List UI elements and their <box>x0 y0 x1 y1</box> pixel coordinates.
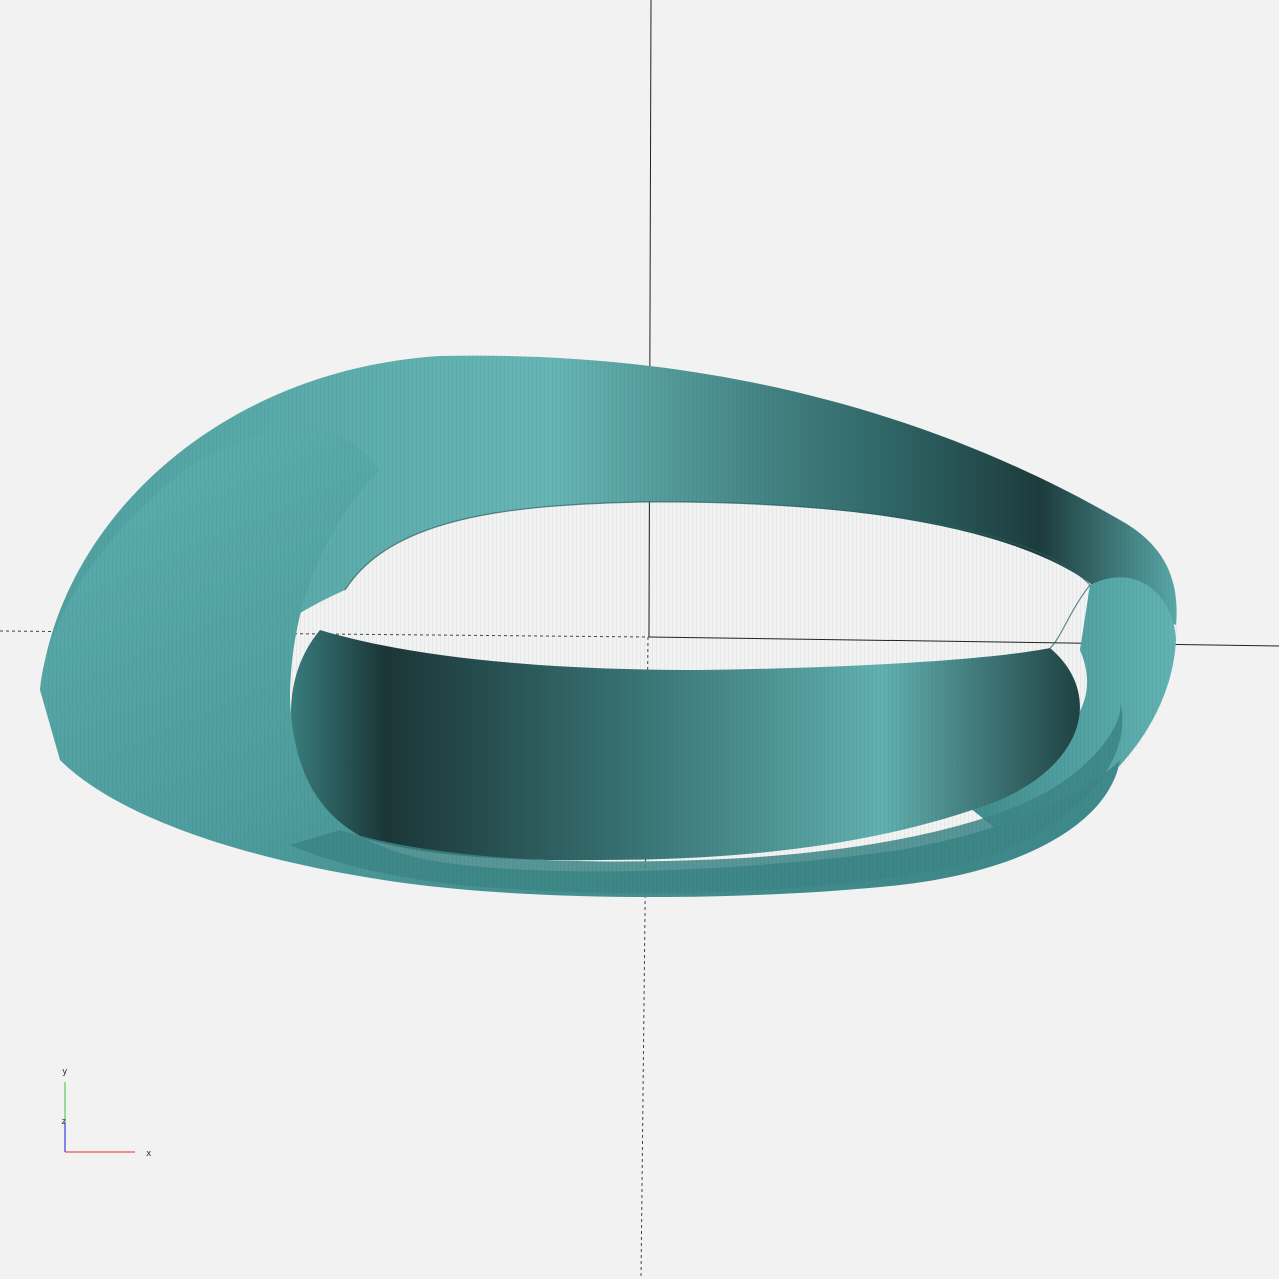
3d-viewport[interactable] <box>0 0 1279 1279</box>
gizmo-x-label: x <box>146 1149 152 1159</box>
strip-texture <box>40 355 1177 896</box>
mobius-strip-model[interactable] <box>40 355 1177 898</box>
axis-orientation-gizmo: y z x <box>61 1067 152 1159</box>
gizmo-y-label: y <box>62 1067 68 1077</box>
gizmo-z-label: z <box>61 1117 66 1127</box>
